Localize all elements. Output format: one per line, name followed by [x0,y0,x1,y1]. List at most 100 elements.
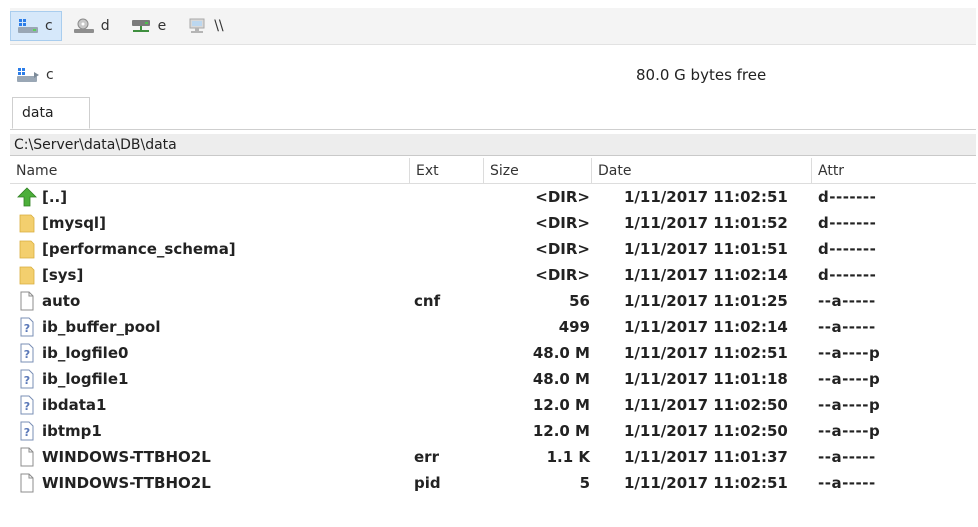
file-date: 1/11/2017 11:01:52 [624,214,788,232]
drive-button-e[interactable]: e [123,11,176,41]
file-name: ib_logfile1 [42,370,129,388]
file-name: ib_buffer_pool [42,318,161,336]
file-size: <DIR> [535,240,590,258]
file-attr: --a----- [818,448,876,466]
tab-bar: data [10,95,976,130]
drive-button-network[interactable]: \\ [179,11,232,41]
file-attr: --a----- [818,474,876,492]
file-name: [..] [42,188,68,206]
windows-drive-icon [18,19,38,33]
file-attr: d------- [818,188,877,206]
drive-bar: c d e \\ [10,8,976,45]
free-space-label: 80.0 G bytes free [636,66,767,84]
file-manager-window: c d e \\ c 80.0 G bytes free data C:\Ser… [0,0,978,527]
optical-drive-icon [73,18,94,33]
file-attr: --a----p [818,396,881,414]
file-row[interactable]: WINDOWS-TTBHO2L err 1.1 K 1/11/2017 11:0… [10,444,976,470]
folder-icon [14,236,40,262]
drive-label: c [45,18,53,34]
parent-up-arrow-icon [14,184,40,210]
column-header-attr[interactable]: Attr [812,158,976,183]
file-row[interactable]: ? ib_logfile0 48.0 M 1/11/2017 11:02:51 … [10,340,976,366]
file-size: 56 [569,292,590,310]
file-date: 1/11/2017 11:02:51 [624,344,788,362]
column-header-attr-label: Attr [818,162,845,179]
tab-label: data [22,105,54,121]
file-row[interactable]: [..] <DIR> 1/11/2017 11:02:51 d------- [10,184,976,210]
column-header-name-label: Name [16,162,58,179]
unknown-file-icon: ? [14,366,40,392]
column-header-date-label: Date [598,162,632,179]
file-name: auto [42,292,81,310]
svg-text:?: ? [24,348,30,361]
file-list: [..] <DIR> 1/11/2017 11:02:51 d------- [… [10,184,976,516]
file-date: 1/11/2017 11:01:25 [624,292,788,310]
file-name: WINDOWS-TTBHO2L [42,448,211,466]
file-size: 12.0 M [532,422,590,440]
file-name: ib_logfile0 [42,344,129,362]
file-ext: cnf [414,292,441,310]
file-row[interactable]: [mysql] <DIR> 1/11/2017 11:01:52 d------… [10,210,976,236]
file-icon [14,444,40,470]
path-bar[interactable]: C:\Server\data\DB\data [10,134,976,156]
file-date: 1/11/2017 11:01:51 [624,240,788,258]
file-attr: d------- [818,214,877,232]
file-name: ibdata1 [42,396,107,414]
file-size: 499 [558,318,590,336]
file-date: 1/11/2017 11:02:50 [624,396,788,414]
file-ext: err [414,448,439,466]
file-date: 1/11/2017 11:01:18 [624,370,788,388]
network-drive-icon [131,20,150,32]
tab-data[interactable]: data [12,97,90,129]
file-row[interactable]: [performance_schema] <DIR> 1/11/2017 11:… [10,236,976,262]
file-date: 1/11/2017 11:02:51 [624,188,788,206]
file-name: [sys] [42,266,84,284]
file-date: 1/11/2017 11:02:14 [624,318,788,336]
file-date: 1/11/2017 11:02:14 [624,266,788,284]
file-date: 1/11/2017 11:02:50 [624,422,788,440]
current-drive-label: c [46,67,54,83]
file-size: <DIR> [535,188,590,206]
file-attr: --a----- [818,292,876,310]
file-row[interactable]: ? ibtmp1 12.0 M 1/11/2017 11:02:50 --a--… [10,418,976,444]
file-size: 1.1 K [546,448,590,466]
unknown-file-icon: ? [14,314,40,340]
svg-text:?: ? [24,322,30,335]
file-attr: --a----p [818,344,881,362]
file-size: 5 [579,474,590,492]
file-row[interactable]: ? ibdata1 12.0 M 1/11/2017 11:02:50 --a-… [10,392,976,418]
drive-label: d [100,18,110,34]
file-attr: d------- [818,240,877,258]
unknown-file-icon: ? [14,418,40,444]
unknown-file-icon: ? [14,340,40,366]
current-path: C:\Server\data\DB\data [14,136,177,153]
file-size: <DIR> [535,266,590,284]
column-header-size-label: Size [490,162,519,179]
column-header-size[interactable]: Size [484,158,592,183]
file-icon [14,470,40,496]
svg-text:?: ? [24,374,30,387]
file-attr: --a----- [818,318,876,336]
file-attr: --a----p [818,422,881,440]
drive-label: e [157,18,167,34]
file-size: 48.0 M [532,344,590,362]
file-ext: pid [414,474,441,492]
file-name: ibtmp1 [42,422,102,440]
file-row[interactable]: auto cnf 56 1/11/2017 11:01:25 --a----- [10,288,976,314]
network-computer-icon [189,18,205,33]
drive-button-c[interactable]: c [10,11,62,41]
column-header-ext[interactable]: Ext [410,158,484,183]
drive-button-d[interactable]: d [66,11,119,41]
column-header-date[interactable]: Date [592,158,812,183]
file-row[interactable]: ? ib_buffer_pool 499 1/11/2017 11:02:14 … [10,314,976,340]
current-drive[interactable]: c [16,67,54,83]
file-name: [mysql] [42,214,106,232]
folder-icon [14,210,40,236]
column-header-name[interactable]: Name [10,158,410,183]
file-row[interactable]: [sys] <DIR> 1/11/2017 11:02:14 d------- [10,262,976,288]
file-row[interactable]: WINDOWS-TTBHO2L pid 5 1/11/2017 11:02:51… [10,470,976,496]
unknown-file-icon: ? [14,392,40,418]
file-row[interactable]: ? ib_logfile1 48.0 M 1/11/2017 11:01:18 … [10,366,976,392]
file-icon [14,288,40,314]
drive-info-bar: c 80.0 G bytes free [10,60,976,90]
